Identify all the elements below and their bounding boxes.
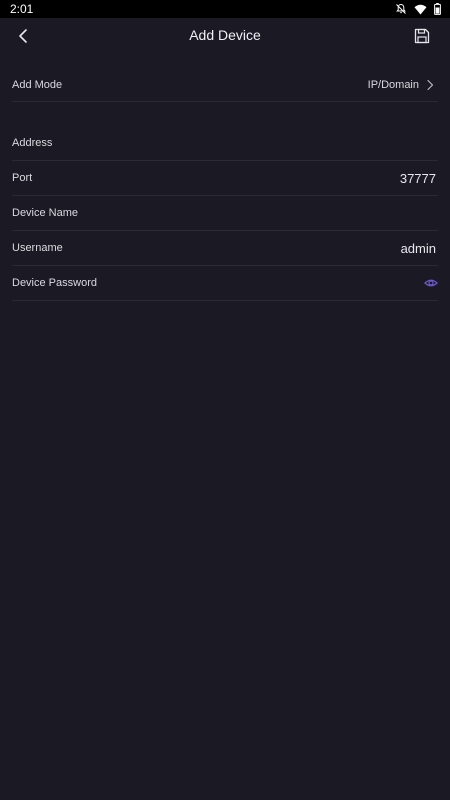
- add-mode-label: Add Mode: [12, 79, 63, 91]
- battery-icon: [434, 3, 441, 15]
- status-icons: [395, 2, 441, 16]
- wifi-icon: [414, 4, 427, 15]
- port-value[interactable]: 37777: [400, 171, 436, 186]
- port-field[interactable]: Port 37777: [12, 162, 438, 196]
- device-password-field[interactable]: Device Password: [12, 267, 438, 301]
- add-mode-value: IP/Domain: [367, 79, 419, 91]
- page-title: Add Device: [189, 27, 261, 43]
- status-time: 2:01: [10, 2, 34, 16]
- address-label: Address: [12, 137, 53, 149]
- device-name-label: Device Name: [12, 207, 79, 219]
- address-field[interactable]: Address: [12, 127, 438, 161]
- status-bar: 2:01: [0, 0, 450, 18]
- username-field[interactable]: Username admin: [12, 232, 438, 266]
- save-icon[interactable]: [412, 26, 432, 46]
- port-label: Port: [12, 172, 33, 184]
- device-password-label: Device Password: [12, 277, 97, 289]
- notifications-off-icon: [395, 3, 407, 15]
- device-name-field[interactable]: Device Name: [12, 197, 438, 231]
- username-value[interactable]: admin: [401, 241, 436, 256]
- add-mode-row[interactable]: Add Mode IP/Domain: [12, 68, 438, 102]
- chevron-right-icon: [425, 79, 435, 91]
- app-bar: Add Device: [0, 18, 450, 54]
- username-label: Username: [12, 242, 63, 254]
- eye-icon[interactable]: [424, 276, 438, 290]
